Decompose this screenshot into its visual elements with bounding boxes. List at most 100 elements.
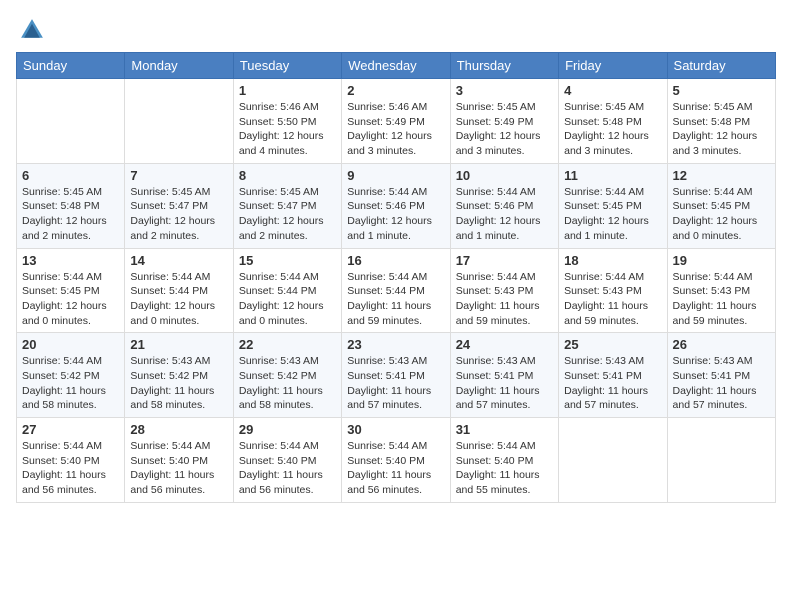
day-number: 19 (673, 253, 770, 268)
calendar-day-cell: 10 Sunrise: 5:44 AMSunset: 5:46 PMDayligh… (450, 163, 558, 248)
day-number: 30 (347, 422, 444, 437)
day-info: Sunrise: 5:45 AMSunset: 5:48 PMDaylight:… (564, 100, 661, 159)
day-number: 6 (22, 168, 119, 183)
calendar-day-cell: 9Sunrise: 5:44 AMSunset: 5:46 PMDaylight… (342, 163, 450, 248)
calendar-day-cell (17, 79, 125, 164)
day-number: 21 (130, 337, 227, 352)
calendar-day-cell: 7Sunrise: 5:45 AMSunset: 5:47 PMDaylight… (125, 163, 233, 248)
calendar-day-cell (559, 418, 667, 503)
calendar-day-cell: 24 Sunrise: 5:43 AMSunset: 5:41 PMDayligh… (450, 333, 558, 418)
day-number: 2 (347, 83, 444, 98)
logo (16, 16, 46, 44)
day-info: Sunrise: 5:44 AMSunset: 5:44 PMDaylight:… (347, 270, 444, 329)
calendar-day-cell: 23 Sunrise: 5:43 AMSunset: 5:41 PMDayligh… (342, 333, 450, 418)
day-number: 13 (22, 253, 119, 268)
calendar: SundayMondayTuesdayWednesdayThursdayFrid… (16, 52, 776, 503)
calendar-day-cell: 29 Sunrise: 5:44 AMSunset: 5:40 PMDayligh… (233, 418, 341, 503)
calendar-day-cell: 2 Sunrise: 5:46 AMSunset: 5:49 PMDaylight… (342, 79, 450, 164)
day-info: Sunrise: 5:44 AMSunset: 5:46 PMDaylight:… (347, 185, 444, 244)
day-of-week-header: Tuesday (233, 53, 341, 79)
day-info: Sunrise: 5:46 AMSunset: 5:49 PMDaylight:… (347, 100, 444, 159)
day-info: Sunrise: 5:43 AMSunset: 5:41 PMDaylight:… (456, 354, 553, 413)
day-info: Sunrise: 5:44 AMSunset: 5:44 PMDaylight:… (130, 270, 227, 329)
calendar-day-cell: 16 Sunrise: 5:44 AMSunset: 5:44 PMDayligh… (342, 248, 450, 333)
day-number: 29 (239, 422, 336, 437)
calendar-day-cell: 17 Sunrise: 5:44 AMSunset: 5:43 PMDayligh… (450, 248, 558, 333)
calendar-day-cell: 13Sunrise: 5:44 AMSunset: 5:45 PMDayligh… (17, 248, 125, 333)
day-info: Sunrise: 5:44 AMSunset: 5:45 PMDaylight:… (673, 185, 770, 244)
day-number: 31 (456, 422, 553, 437)
day-info: Sunrise: 5:44 AMSunset: 5:43 PMDaylight:… (456, 270, 553, 329)
day-info: Sunrise: 5:44 AMSunset: 5:44 PMDaylight:… (239, 270, 336, 329)
day-info: Sunrise: 5:44 AMSunset: 5:40 PMDaylight:… (347, 439, 444, 498)
day-number: 14 (130, 253, 227, 268)
day-number: 26 (673, 337, 770, 352)
calendar-day-cell: 1Sunrise: 5:46 AMSunset: 5:50 PMDaylight… (233, 79, 341, 164)
logo-icon (18, 16, 46, 44)
day-info: Sunrise: 5:45 AMSunset: 5:48 PMDaylight:… (22, 185, 119, 244)
day-number: 27 (22, 422, 119, 437)
day-info: Sunrise: 5:43 AMSunset: 5:41 PMDaylight:… (673, 354, 770, 413)
calendar-day-cell: 11 Sunrise: 5:44 AMSunset: 5:45 PMDayligh… (559, 163, 667, 248)
calendar-week-row: 20 Sunrise: 5:44 AMSunset: 5:42 PMDayligh… (17, 333, 776, 418)
day-number: 12 (673, 168, 770, 183)
day-of-week-header: Thursday (450, 53, 558, 79)
day-info: Sunrise: 5:45 AMSunset: 5:49 PMDaylight:… (456, 100, 553, 159)
day-of-week-header: Sunday (17, 53, 125, 79)
day-number: 28 (130, 422, 227, 437)
page-header (16, 16, 776, 44)
day-number: 22 (239, 337, 336, 352)
day-of-week-header: Wednesday (342, 53, 450, 79)
day-number: 17 (456, 253, 553, 268)
day-info: Sunrise: 5:43 AMSunset: 5:41 PMDaylight:… (564, 354, 661, 413)
day-info: Sunrise: 5:44 AMSunset: 5:43 PMDaylight:… (564, 270, 661, 329)
day-info: Sunrise: 5:44 AMSunset: 5:46 PMDaylight:… (456, 185, 553, 244)
calendar-day-cell: 4 Sunrise: 5:45 AMSunset: 5:48 PMDaylight… (559, 79, 667, 164)
day-info: Sunrise: 5:45 AMSunset: 5:48 PMDaylight:… (673, 100, 770, 159)
calendar-day-cell: 6 Sunrise: 5:45 AMSunset: 5:48 PMDaylight… (17, 163, 125, 248)
calendar-header-row: SundayMondayTuesdayWednesdayThursdayFrid… (17, 53, 776, 79)
day-info: Sunrise: 5:43 AMSunset: 5:41 PMDaylight:… (347, 354, 444, 413)
day-info: Sunrise: 5:44 AMSunset: 5:40 PMDaylight:… (239, 439, 336, 498)
calendar-day-cell (667, 418, 775, 503)
calendar-week-row: 27 Sunrise: 5:44 AMSunset: 5:40 PMDayligh… (17, 418, 776, 503)
day-number: 24 (456, 337, 553, 352)
day-number: 5 (673, 83, 770, 98)
calendar-week-row: 6 Sunrise: 5:45 AMSunset: 5:48 PMDaylight… (17, 163, 776, 248)
day-number: 16 (347, 253, 444, 268)
calendar-day-cell: 18 Sunrise: 5:44 AMSunset: 5:43 PMDayligh… (559, 248, 667, 333)
day-number: 20 (22, 337, 119, 352)
day-number: 11 (564, 168, 661, 183)
calendar-day-cell: 25 Sunrise: 5:43 AMSunset: 5:41 PMDayligh… (559, 333, 667, 418)
calendar-day-cell: 5 Sunrise: 5:45 AMSunset: 5:48 PMDaylight… (667, 79, 775, 164)
day-info: Sunrise: 5:44 AMSunset: 5:40 PMDaylight:… (456, 439, 553, 498)
calendar-day-cell: 3Sunrise: 5:45 AMSunset: 5:49 PMDaylight… (450, 79, 558, 164)
calendar-day-cell: 26 Sunrise: 5:43 AMSunset: 5:41 PMDayligh… (667, 333, 775, 418)
day-info: Sunrise: 5:43 AMSunset: 5:42 PMDaylight:… (130, 354, 227, 413)
day-number: 18 (564, 253, 661, 268)
day-number: 8 (239, 168, 336, 183)
day-of-week-header: Monday (125, 53, 233, 79)
day-number: 25 (564, 337, 661, 352)
calendar-day-cell: 27Sunrise: 5:44 AMSunset: 5:40 PMDayligh… (17, 418, 125, 503)
day-info: Sunrise: 5:44 AMSunset: 5:42 PMDaylight:… (22, 354, 119, 413)
calendar-week-row: 13Sunrise: 5:44 AMSunset: 5:45 PMDayligh… (17, 248, 776, 333)
day-info: Sunrise: 5:44 AMSunset: 5:45 PMDaylight:… (564, 185, 661, 244)
day-info: Sunrise: 5:45 AMSunset: 5:47 PMDaylight:… (130, 185, 227, 244)
day-number: 15 (239, 253, 336, 268)
calendar-day-cell: 20 Sunrise: 5:44 AMSunset: 5:42 PMDayligh… (17, 333, 125, 418)
calendar-day-cell: 12 Sunrise: 5:44 AMSunset: 5:45 PMDayligh… (667, 163, 775, 248)
calendar-day-cell (125, 79, 233, 164)
day-info: Sunrise: 5:44 AMSunset: 5:40 PMDaylight:… (130, 439, 227, 498)
day-number: 4 (564, 83, 661, 98)
calendar-week-row: 1Sunrise: 5:46 AMSunset: 5:50 PMDaylight… (17, 79, 776, 164)
calendar-day-cell: 19 Sunrise: 5:44 AMSunset: 5:43 PMDayligh… (667, 248, 775, 333)
calendar-day-cell: 14 Sunrise: 5:44 AMSunset: 5:44 PMDayligh… (125, 248, 233, 333)
day-number: 23 (347, 337, 444, 352)
calendar-day-cell: 28 Sunrise: 5:44 AMSunset: 5:40 PMDayligh… (125, 418, 233, 503)
day-of-week-header: Friday (559, 53, 667, 79)
day-info: Sunrise: 5:45 AMSunset: 5:47 PMDaylight:… (239, 185, 336, 244)
day-number: 10 (456, 168, 553, 183)
day-info: Sunrise: 5:44 AMSunset: 5:43 PMDaylight:… (673, 270, 770, 329)
day-info: Sunrise: 5:43 AMSunset: 5:42 PMDaylight:… (239, 354, 336, 413)
